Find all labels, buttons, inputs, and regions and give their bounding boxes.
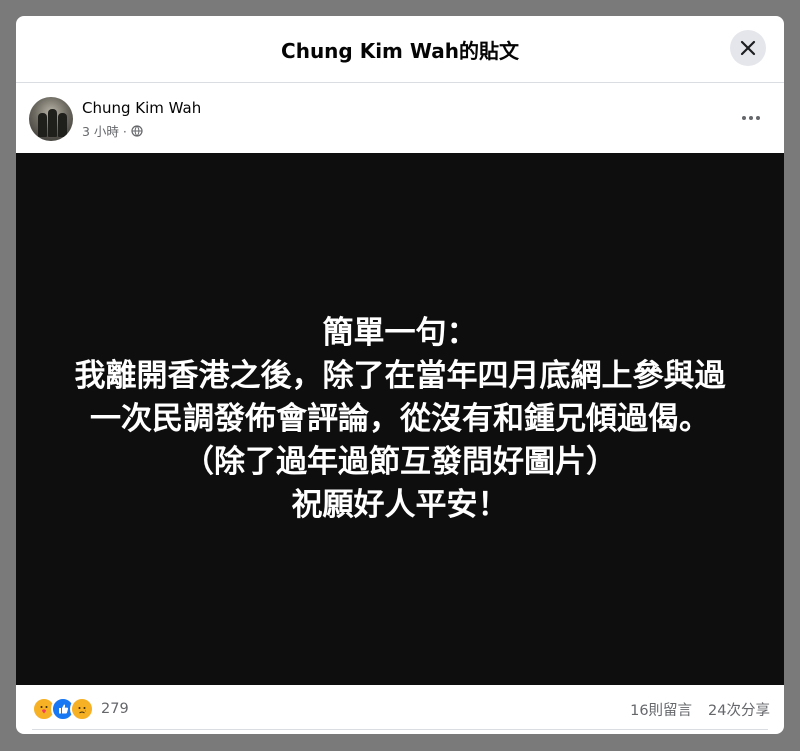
close-icon: [740, 40, 756, 56]
reactions-summary[interactable]: 279: [32, 697, 129, 721]
more-options-button[interactable]: [736, 103, 766, 133]
more-horizontal-icon: [742, 116, 760, 120]
dialog-title: Chung Kim Wah的貼文: [281, 38, 519, 63]
image-text-line: 簡單一句：: [322, 314, 478, 351]
comments-count[interactable]: 16則留言: [630, 699, 692, 720]
shares-count[interactable]: 24次分享: [708, 699, 770, 720]
image-text-line: 祝願好人平安！: [291, 486, 509, 523]
close-button[interactable]: [730, 30, 766, 66]
post-header: Chung Kim Wah 3 小時 ·: [16, 83, 784, 153]
sad-reaction-icon: [70, 697, 94, 721]
post-image[interactable]: 簡單一句： 我離開香港之後，除了在當年四月底網上參與過 一次民調發佈會評論，從沒…: [16, 153, 784, 685]
post-dialog: Chung Kim Wah的貼文 Chung Kim Wah 3 小時 · 簡單…: [16, 16, 784, 734]
image-text-line: 我離開香港之後，除了在當年四月底網上參與過: [74, 357, 726, 394]
image-text-line: （除了過年過節互發問好圖片）: [183, 443, 617, 480]
post-time[interactable]: 3 小時 ·: [82, 121, 127, 140]
image-text-line: 一次民調發佈會評論，從沒有和鍾兄傾過偈。: [90, 400, 710, 437]
avatar[interactable]: [29, 97, 73, 141]
post-meta: 3 小時 ·: [82, 121, 143, 140]
globe-icon: [131, 124, 143, 137]
post-stats: 16則留言 24次分享: [630, 699, 770, 720]
author-name[interactable]: Chung Kim Wah: [82, 99, 201, 117]
dialog-header: Chung Kim Wah的貼文: [16, 16, 784, 83]
reaction-count[interactable]: 279: [101, 701, 129, 717]
post-footer: 279 16則留言 24次分享: [16, 685, 784, 734]
divider: [32, 729, 768, 730]
